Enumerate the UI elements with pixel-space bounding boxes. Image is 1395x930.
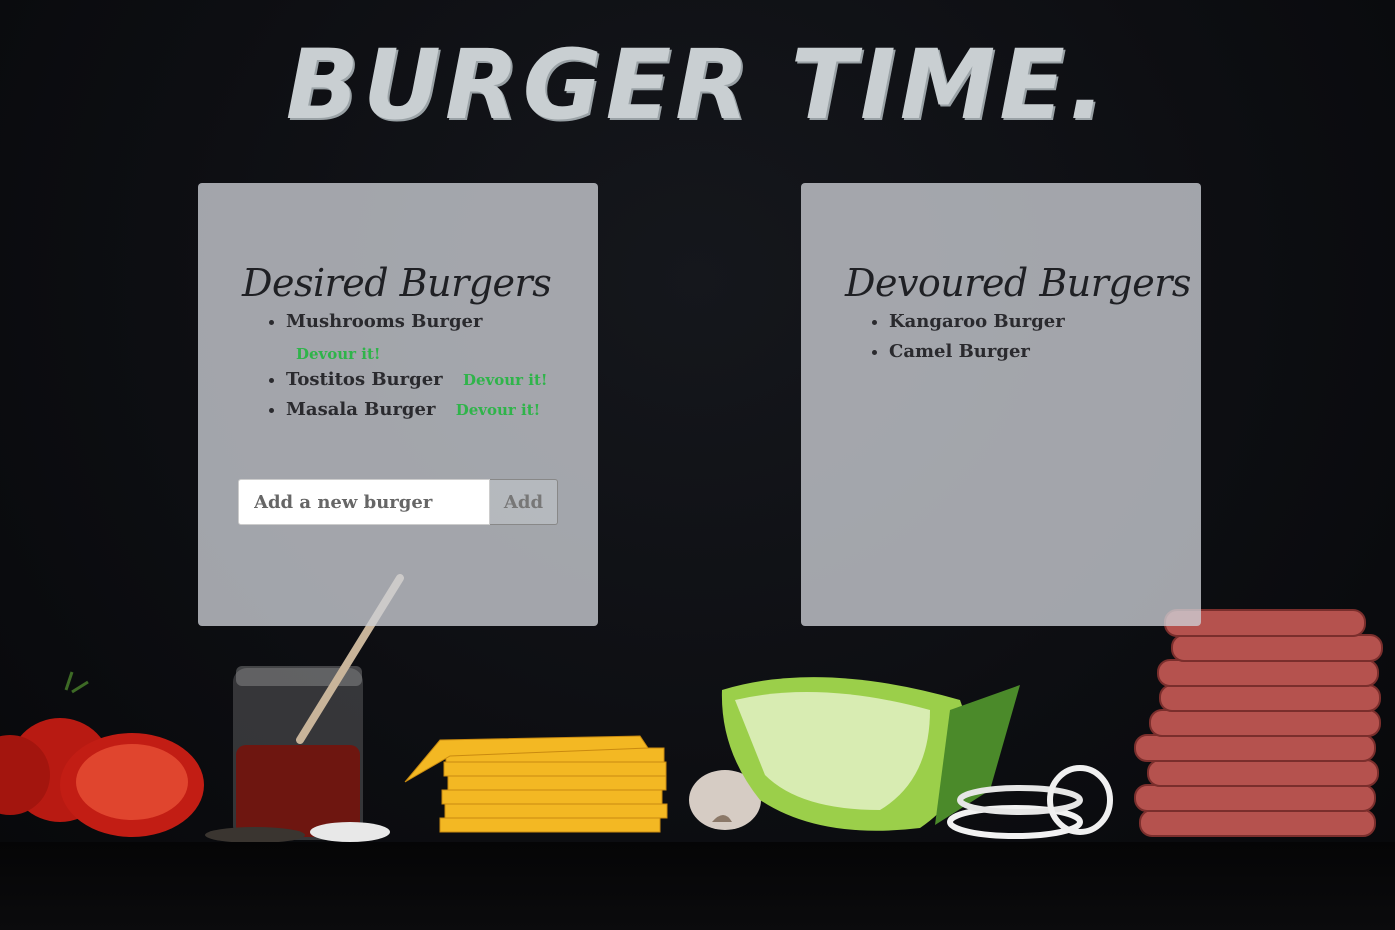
desired-burgers-panel: Desired Burgers Mushrooms Burger Devour … <box>198 183 598 626</box>
list-item: Tostitos Burger Devour it! <box>286 369 598 391</box>
list-item: Mushrooms Burger Devour it! <box>286 311 598 365</box>
devour-button[interactable]: Devour it! <box>463 369 548 391</box>
page-title: BURGER TIME. <box>285 29 1110 141</box>
add-button[interactable]: Add <box>490 479 558 525</box>
add-burger-form: Add <box>238 479 558 525</box>
list-item: Kangaroo Burger <box>889 311 1201 333</box>
devoured-burgers-heading: Devoured Burgers <box>845 261 1191 305</box>
devoured-burgers-panel: Devoured Burgers Kangaroo Burger Camel B… <box>801 183 1201 626</box>
devoured-burgers-list: Kangaroo Burger Camel Burger <box>845 311 1201 363</box>
burger-name: Masala Burger <box>286 399 436 420</box>
desired-burgers-heading: Desired Burgers <box>242 261 552 305</box>
devour-button[interactable]: Devour it! <box>456 399 541 421</box>
desired-burgers-list: Mushrooms Burger Devour it! Tostitos Bur… <box>242 311 598 421</box>
table-surface <box>0 842 1395 930</box>
burger-name: Mushrooms Burger <box>286 311 483 332</box>
devour-button[interactable]: Devour it! <box>296 343 598 365</box>
list-item: Camel Burger <box>889 341 1201 363</box>
list-item: Masala Burger Devour it! <box>286 399 598 421</box>
new-burger-input[interactable] <box>238 479 490 525</box>
burger-name: Tostitos Burger <box>286 369 443 390</box>
